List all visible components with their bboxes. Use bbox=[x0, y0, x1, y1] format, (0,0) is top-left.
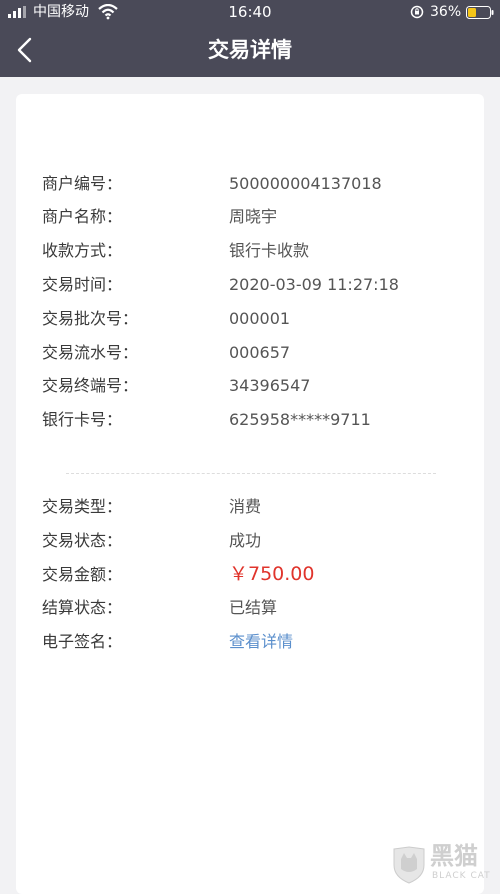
transaction-time-label: 交易时间： bbox=[42, 275, 123, 294]
summary-row-settlement-status: 结算状态： 已结算 bbox=[42, 596, 462, 620]
merchant-id-value: 500000004137018 bbox=[229, 174, 382, 193]
detail-row-payment-method: 收款方式： 银行卡收款 bbox=[42, 239, 462, 263]
detail-row-merchant-id: 商户编号： 500000004137018 bbox=[42, 172, 462, 196]
black-cat-watermark: 黑猫 BLACK CAT bbox=[388, 839, 500, 889]
transaction-amount-value: ￥750.00 bbox=[229, 563, 315, 585]
terminal-number-value: 34396547 bbox=[229, 376, 311, 395]
detail-row-card-number: 银行卡号： 625958*****9711 bbox=[42, 408, 462, 432]
settlement-status-value: 已结算 bbox=[229, 598, 278, 617]
summary-row-transaction-status: 交易状态： 成功 bbox=[42, 529, 462, 553]
settlement-status-label: 结算状态： bbox=[42, 598, 123, 617]
merchant-id-label: 商户编号： bbox=[42, 174, 123, 193]
terminal-number-label: 交易终端号： bbox=[42, 376, 139, 395]
summary-row-transaction-amount: 交易金额： ￥750.00 bbox=[42, 563, 462, 587]
transaction-type-value: 消费 bbox=[229, 497, 262, 516]
status-bar: 中国移动 16:40 36% bbox=[0, 0, 500, 24]
batch-number-value: 000001 bbox=[229, 309, 291, 328]
detail-row-transaction-time: 交易时间： 2020-03-09 11:27:18 bbox=[42, 273, 462, 297]
orientation-lock-icon bbox=[410, 5, 424, 19]
battery-percent: 36% bbox=[430, 4, 462, 20]
card-number-value: 625958*****9711 bbox=[229, 410, 371, 429]
status-time: 16:40 bbox=[228, 3, 272, 21]
card-number-label: 银行卡号： bbox=[42, 410, 123, 429]
watermark-text: 黑猫 bbox=[430, 842, 478, 870]
nav-bar: 交易详情 bbox=[0, 24, 500, 77]
summary-row-transaction-type: 交易类型： 消费 bbox=[42, 495, 462, 519]
detail-row-merchant-name: 商户名称： 周晓宇 bbox=[42, 205, 462, 229]
transaction-type-label: 交易类型： bbox=[42, 497, 123, 516]
detail-row-batch-number: 交易批次号： 000001 bbox=[42, 307, 462, 331]
payment-method-label: 收款方式： bbox=[42, 241, 123, 260]
transaction-time-value: 2020-03-09 11:27:18 bbox=[229, 275, 399, 294]
battery-icon bbox=[466, 6, 494, 19]
merchant-name-value: 周晓宇 bbox=[229, 207, 278, 226]
page-title: 交易详情 bbox=[208, 38, 292, 62]
merchant-name-label: 商户名称： bbox=[42, 207, 123, 226]
transaction-detail-card: 商户编号： 500000004137018 商户名称： 周晓宇 收款方式： 银行… bbox=[16, 94, 484, 894]
cat-shield-logo-icon bbox=[393, 846, 425, 884]
e-signature-label: 电子签名： bbox=[42, 632, 123, 651]
watermark-subtext: BLACK CAT bbox=[432, 871, 491, 881]
detail-row-terminal-number: 交易终端号： 34396547 bbox=[42, 374, 462, 398]
serial-number-label: 交易流水号： bbox=[42, 343, 139, 362]
section-divider bbox=[66, 473, 436, 474]
view-signature-link[interactable]: 查看详情 bbox=[229, 630, 293, 654]
detail-row-serial-number: 交易流水号： 000657 bbox=[42, 341, 462, 365]
summary-row-e-signature: 电子签名： 查看详情 bbox=[42, 630, 462, 654]
transaction-status-label: 交易状态： bbox=[42, 531, 123, 550]
batch-number-label: 交易批次号： bbox=[42, 309, 139, 328]
serial-number-value: 000657 bbox=[229, 343, 291, 362]
transaction-amount-label: 交易金额： bbox=[42, 565, 123, 584]
transaction-status-value: 成功 bbox=[229, 531, 262, 550]
payment-method-value: 银行卡收款 bbox=[229, 241, 310, 260]
